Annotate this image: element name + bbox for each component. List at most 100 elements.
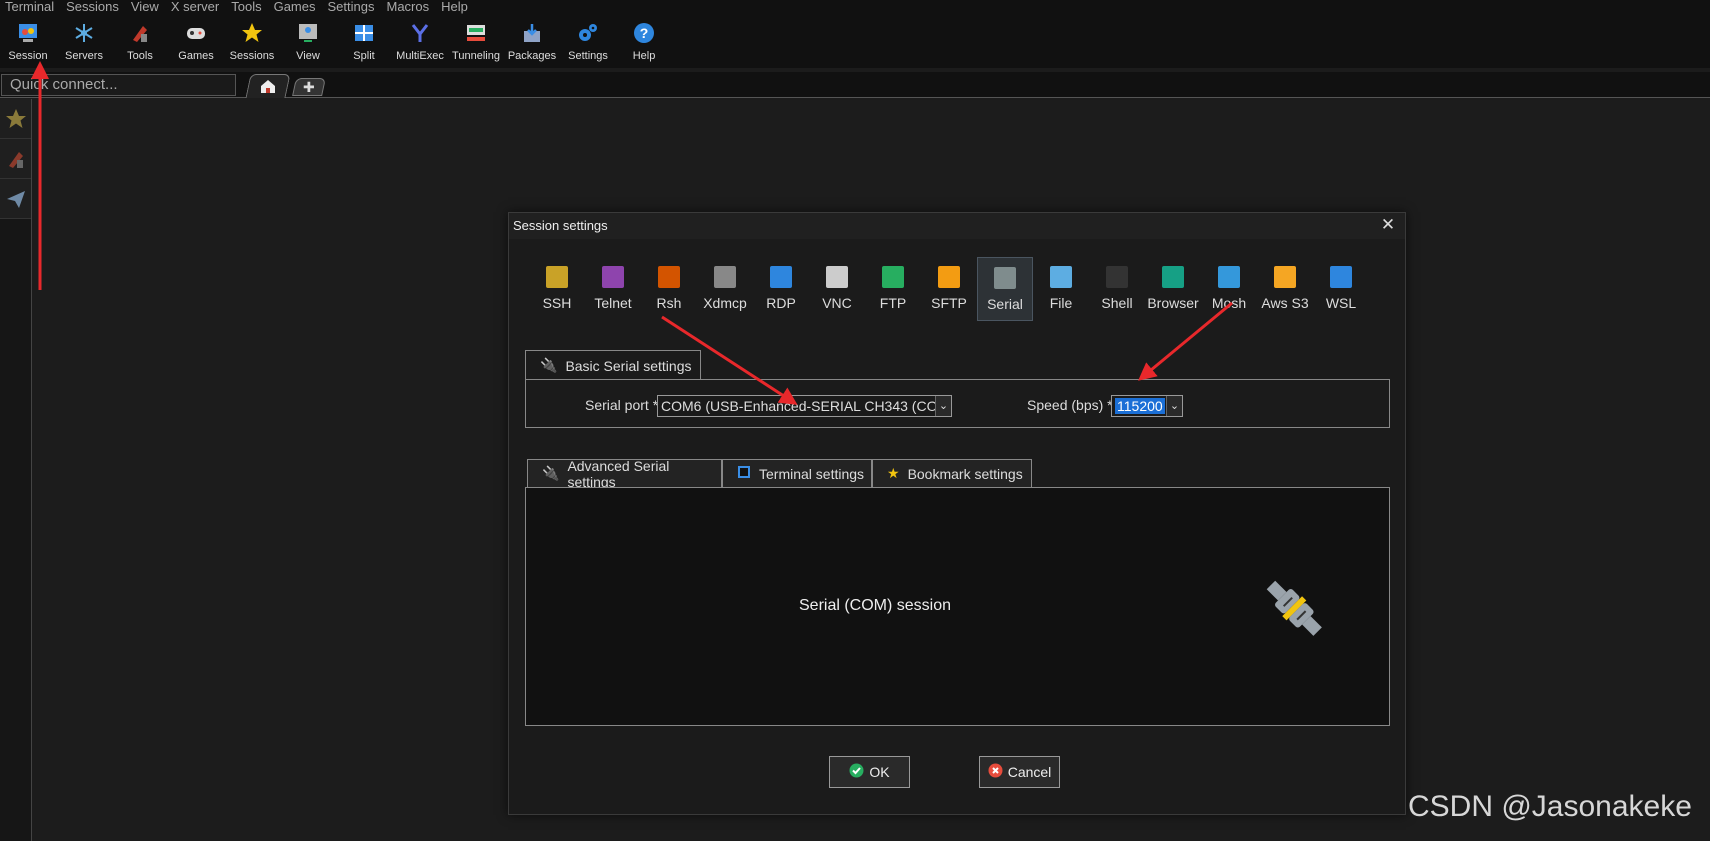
tab-terminal-settings-label: Terminal settings: [759, 465, 865, 482]
tab-terminal-settings[interactable]: Terminal settings: [722, 459, 872, 487]
protocol-ftp[interactable]: FTP: [865, 257, 921, 321]
sidebar-tools[interactable]: [0, 139, 31, 179]
cancel-label: Cancel: [1007, 764, 1052, 780]
help-label: Help: [632, 50, 656, 62]
dialog-title: Session settings: [509, 213, 1405, 239]
protocol-wsl[interactable]: WSL: [1313, 257, 1369, 321]
menu-settings[interactable]: Settings: [323, 0, 382, 14]
sessions-star-icon: [239, 20, 265, 46]
menu-tools[interactable]: Tools: [226, 0, 268, 14]
protocol-shell[interactable]: Shell: [1089, 257, 1145, 321]
ok-button[interactable]: OK: [829, 756, 910, 788]
ftp-icon: [882, 266, 904, 288]
aws-s3-icon: [1274, 266, 1296, 288]
session-label: Session: [8, 50, 48, 62]
sessions-button[interactable]: Sessions: [224, 14, 280, 68]
servers-button[interactable]: Servers: [56, 14, 112, 68]
mosh-icon: [1218, 266, 1240, 288]
session-button[interactable]: Session: [0, 14, 56, 68]
protocol-file[interactable]: File: [1033, 257, 1089, 321]
servers-icon: [71, 20, 97, 46]
protocol-mosh[interactable]: Mosh: [1201, 257, 1257, 321]
speed-select[interactable]: 115200 ⌄: [1111, 395, 1183, 417]
serial-port-select[interactable]: COM6 (USB-Enhanced-SERIAL CH343 (COM6 ⌄: [657, 395, 952, 417]
tab-basic-serial[interactable]: 🔌 Basic Serial settings: [525, 350, 701, 380]
protocol-sftp[interactable]: SFTP: [921, 257, 977, 321]
cancel-button[interactable]: Cancel: [979, 756, 1060, 788]
quick-connect-input[interactable]: Quick connect...: [1, 74, 236, 96]
tab-advanced-serial-label: Advanced Serial settings: [567, 457, 670, 490]
menu-view[interactable]: View: [126, 0, 166, 14]
speed-label: Speed (bps) *: [1027, 397, 1113, 413]
protocol-label: WSL: [1325, 295, 1357, 311]
tools-icon: [127, 20, 153, 46]
panel-description: Serial (COM) session: [799, 597, 952, 614]
close-icon[interactable]: ✕: [1379, 216, 1397, 234]
paper-plane-icon: [6, 190, 25, 208]
left-sidebar: [0, 99, 32, 841]
telnet-icon: [602, 266, 624, 288]
vnc-icon: [826, 266, 848, 288]
protocol-label: SSH: [542, 295, 572, 311]
multiexec-label: MultiExec: [396, 50, 444, 62]
multiexec-button[interactable]: MultiExec: [392, 14, 448, 68]
packages-label: Packages: [507, 50, 557, 62]
settings-button[interactable]: Settings: [560, 14, 616, 68]
protocol-browser[interactable]: Browser: [1145, 257, 1201, 321]
protocol-label: FTP: [879, 295, 907, 311]
plus-icon: ✚: [303, 79, 315, 95]
servers-label: Servers: [65, 50, 103, 62]
browser-icon: [1162, 266, 1184, 288]
tab-bookmark-settings[interactable]: ★ Bookmark settings: [872, 459, 1032, 487]
protocol-label: File: [1049, 295, 1073, 311]
protocol-label: Aws S3: [1261, 295, 1309, 311]
serial-port-value: COM6 (USB-Enhanced-SERIAL CH343 (COM6: [661, 398, 952, 414]
ssh-icon: [546, 266, 568, 288]
protocol-label: Serial: [987, 296, 1023, 312]
serial-plug-icon: [1259, 573, 1331, 650]
menu-sessions[interactable]: Sessions: [61, 0, 126, 14]
tools-label: Tools: [127, 50, 153, 62]
protocol-vnc[interactable]: VNC: [809, 257, 865, 321]
protocol-rdp[interactable]: RDP: [753, 257, 809, 321]
tab-advanced-serial[interactable]: 🔌 Advanced Serial settings: [527, 457, 722, 490]
split-button[interactable]: Split: [336, 14, 392, 68]
sidebar-sessions[interactable]: [0, 99, 31, 139]
protocol-label: Telnet: [594, 295, 632, 311]
protocol-label: Rsh: [656, 295, 682, 311]
menu-terminal[interactable]: Terminal: [0, 0, 61, 14]
protocol-serial[interactable]: Serial: [977, 257, 1033, 321]
multiexec-icon: [407, 20, 433, 46]
packages-icon: [519, 20, 545, 46]
tunneling-button[interactable]: Tunneling: [448, 14, 504, 68]
protocol-label: SFTP: [931, 295, 967, 311]
protocol-ssh[interactable]: SSH: [529, 257, 585, 321]
packages-button[interactable]: Packages: [504, 14, 560, 68]
tab-basic-serial-label: Basic Serial settings: [565, 357, 692, 374]
star-icon: ★: [887, 465, 900, 481]
rdp-icon: [770, 266, 792, 288]
games-button[interactable]: Games: [168, 14, 224, 68]
menu-macros[interactable]: Macros: [381, 0, 436, 14]
ok-label: OK: [869, 764, 890, 780]
settings-icon: [575, 20, 601, 46]
menu-games[interactable]: Games: [269, 0, 323, 14]
menu-help[interactable]: Help: [436, 0, 475, 14]
tools-button[interactable]: Tools: [112, 14, 168, 68]
shell-icon: [1106, 266, 1128, 288]
svg-text:?: ?: [640, 25, 649, 41]
protocol-xdmcp[interactable]: Xdmcp: [697, 257, 753, 321]
plug-icon: 🔌: [540, 357, 558, 373]
help-button[interactable]: ? Help: [616, 14, 672, 68]
toolbar: Session Servers Tools Games Sessions Vie…: [0, 14, 1710, 68]
menu-xserver[interactable]: X server: [166, 0, 226, 14]
protocol-rsh[interactable]: Rsh: [641, 257, 697, 321]
protocol-aws-s3[interactable]: Aws S3: [1257, 257, 1313, 321]
plug-icon: 🔌: [542, 465, 560, 481]
view-button[interactable]: View: [280, 14, 336, 68]
speed-value: 115200: [1115, 398, 1165, 414]
sidebar-macros[interactable]: [0, 179, 31, 219]
sessions-label: Sessions: [229, 50, 275, 62]
protocol-telnet[interactable]: Telnet: [585, 257, 641, 321]
tools-sidebar-icon: [8, 151, 23, 168]
